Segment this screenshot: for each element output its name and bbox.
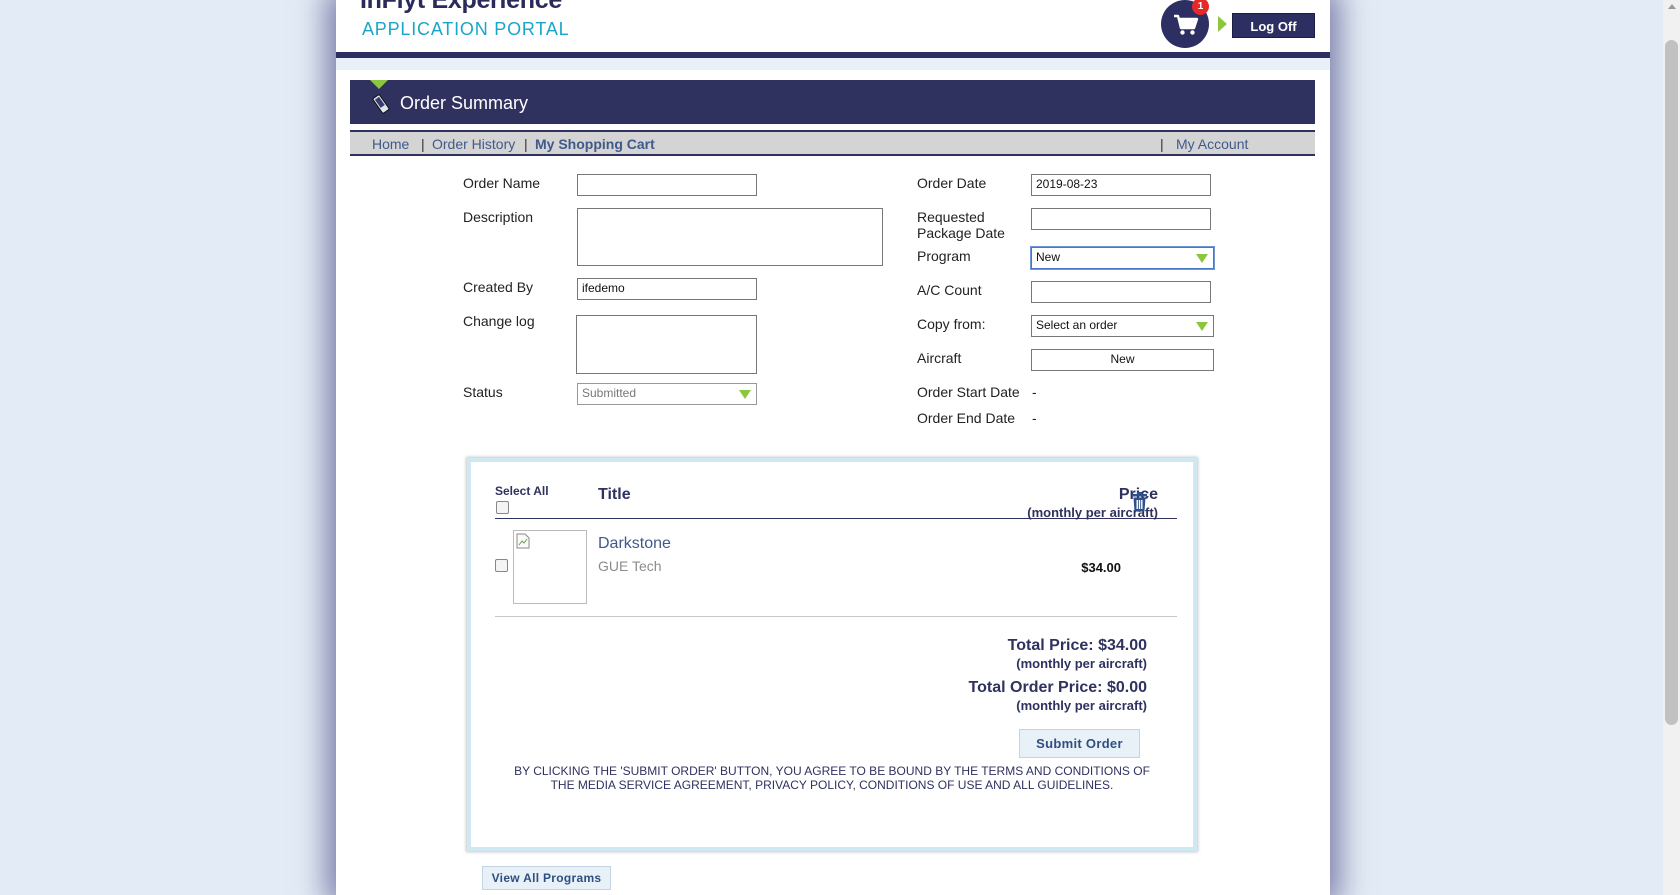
created-by-input[interactable]: ifedemo (577, 278, 757, 300)
item-vendor: GUE Tech (598, 558, 662, 574)
cart-panel: Select All Title Price (monthly per airc… (467, 458, 1197, 851)
trash-icon[interactable] (1131, 492, 1148, 512)
order-date-label: Order Date (917, 175, 987, 191)
shopping-cart-icon (1174, 14, 1199, 35)
aircraft-button[interactable]: New (1031, 349, 1214, 371)
nav-my-account[interactable]: My Account (1176, 136, 1248, 152)
order-end-value: - (1032, 410, 1037, 426)
order-name-input[interactable] (577, 174, 757, 196)
total-order-price-note: (monthly per aircraft) (1016, 698, 1147, 713)
requested-date-input[interactable] (1031, 208, 1211, 230)
phone-pen-icon (372, 94, 390, 114)
change-log-textarea[interactable] (576, 315, 757, 374)
chevron-down-icon (1196, 322, 1208, 331)
order-start-value: - (1032, 384, 1037, 400)
nav-shopping-cart[interactable]: My Shopping Cart (535, 136, 655, 152)
logoff-arrow-icon (1218, 16, 1227, 32)
order-name-label: Order Name (463, 175, 541, 191)
row-divider (495, 616, 1177, 617)
program-value: New (1036, 250, 1061, 264)
view-all-programs-button[interactable]: View All Programs (482, 866, 611, 890)
item-price: $34.00 (1081, 560, 1121, 575)
title-column-header: Title (598, 486, 631, 503)
item-thumbnail (513, 530, 587, 604)
nav-bar: Home | Order History | My Shopping Cart … (350, 130, 1315, 156)
header-divider-line (495, 518, 1177, 519)
description-textarea[interactable] (577, 208, 883, 266)
requested-date-label-line2: Package Date (917, 225, 1005, 241)
portal-page: InFlyt Experience APPLICATION PORTAL 1 L… (336, 0, 1330, 895)
scrollbar-thumb[interactable] (1665, 40, 1678, 725)
change-log-label: Change log (463, 313, 535, 329)
ac-count-label: A/C Count (917, 282, 982, 298)
order-end-label: Order End Date (917, 410, 1016, 426)
terms-line-1: BY CLICKING THE 'SUBMIT ORDER' BUTTON, Y… (514, 764, 1150, 778)
header: InFlyt Experience APPLICATION PORTAL 1 L… (336, 0, 1330, 52)
copy-from-value: Select an order (1036, 318, 1118, 332)
logo-subtitle: APPLICATION PORTAL (362, 19, 570, 39)
nav-home[interactable]: Home (372, 136, 409, 152)
header-strip (336, 58, 1330, 70)
page-scrollbar[interactable] (1663, 0, 1680, 895)
status-label: Status (463, 384, 503, 400)
item-checkbox[interactable] (495, 559, 508, 572)
broken-image-icon (516, 533, 530, 549)
status-value: Submitted (582, 386, 637, 400)
created-by-label: Created By (463, 279, 534, 295)
chevron-down-icon (1196, 254, 1208, 263)
logo-title: InFlyt Experience (360, 0, 562, 14)
description-label: Description (463, 209, 534, 225)
summary-triangle-icon (370, 80, 388, 89)
order-summary-bar: Order Summary (350, 80, 1315, 124)
total-order-price: Total Order Price: $0.00 (968, 679, 1147, 696)
total-price: Total Price: $34.00 (1007, 637, 1147, 654)
aircraft-label: Aircraft (917, 350, 962, 366)
nav-separator: | (524, 136, 528, 152)
submit-order-button[interactable]: Submit Order (1019, 729, 1140, 758)
scroll-up-icon[interactable] (1668, 4, 1676, 9)
item-title[interactable]: Darkstone (598, 535, 671, 553)
ac-count-input[interactable] (1031, 281, 1211, 303)
terms-line-2: THE MEDIA SERVICE AGREEMENT, PRIVACY POL… (550, 778, 1114, 792)
requested-date-label: Requested Package Date (917, 209, 1005, 241)
terms-text: BY CLICKING THE 'SUBMIT ORDER' BUTTON, Y… (479, 764, 1185, 792)
status-select[interactable]: Submitted (577, 383, 757, 405)
order-start-label: Order Start Date (917, 384, 1020, 400)
copy-from-label: Copy from: (917, 316, 986, 332)
page-title: Order Summary (400, 93, 529, 113)
program-select[interactable]: New (1031, 247, 1214, 269)
total-price-note: (monthly per aircraft) (1016, 656, 1147, 671)
nav-separator: | (1160, 136, 1164, 152)
program-label: Program (917, 248, 971, 264)
chevron-down-icon (739, 390, 751, 399)
select-all-checkbox[interactable] (496, 501, 509, 514)
select-all-label: Select All (495, 484, 549, 498)
copy-from-select[interactable]: Select an order (1031, 315, 1214, 337)
requested-date-label-line1: Requested (917, 209, 985, 225)
logoff-button[interactable]: Log Off (1232, 13, 1315, 38)
nav-order-history[interactable]: Order History (432, 136, 515, 152)
order-date-input[interactable]: 2019-08-23 (1031, 174, 1211, 196)
nav-separator: | (421, 136, 425, 152)
